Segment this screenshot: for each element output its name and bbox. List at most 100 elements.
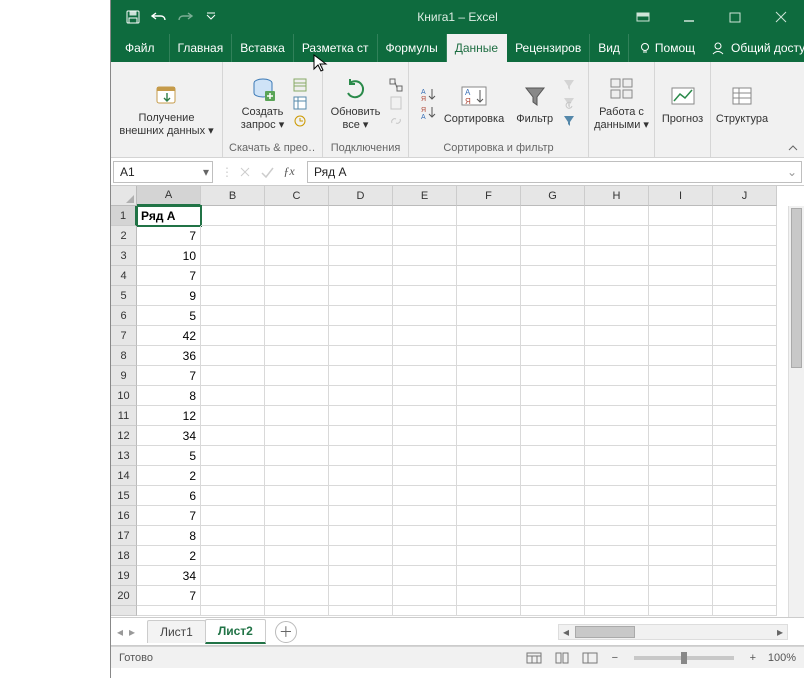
cell[interactable] bbox=[329, 566, 393, 586]
cell[interactable] bbox=[201, 426, 265, 446]
expand-formula-icon[interactable]: ⌄ bbox=[787, 165, 797, 179]
cell[interactable]: 36 bbox=[137, 346, 201, 366]
cell[interactable] bbox=[265, 346, 329, 366]
cell[interactable]: 10 bbox=[137, 246, 201, 266]
cell[interactable] bbox=[329, 406, 393, 426]
tab-tell-me[interactable]: Помощ bbox=[629, 34, 703, 62]
tab-review[interactable]: Рецензиров bbox=[507, 34, 590, 62]
vertical-scrollbar[interactable] bbox=[788, 206, 804, 617]
cell[interactable] bbox=[713, 406, 777, 426]
cell[interactable] bbox=[457, 286, 521, 306]
cell[interactable] bbox=[393, 586, 457, 606]
cell[interactable] bbox=[713, 226, 777, 246]
cell[interactable] bbox=[585, 326, 649, 346]
cell[interactable] bbox=[457, 406, 521, 426]
row-header[interactable]: 19 bbox=[111, 566, 137, 586]
row-header[interactable]: 5 bbox=[111, 286, 137, 306]
cell[interactable] bbox=[713, 566, 777, 586]
cell[interactable] bbox=[201, 266, 265, 286]
cell[interactable] bbox=[521, 446, 585, 466]
redo-icon[interactable] bbox=[173, 5, 197, 29]
cell[interactable] bbox=[585, 306, 649, 326]
cell[interactable]: 7 bbox=[137, 226, 201, 246]
cell[interactable] bbox=[649, 446, 713, 466]
cell[interactable] bbox=[457, 566, 521, 586]
cell[interactable] bbox=[329, 466, 393, 486]
cell[interactable] bbox=[521, 586, 585, 606]
cell[interactable] bbox=[201, 586, 265, 606]
cell[interactable] bbox=[713, 246, 777, 266]
column-header[interactable]: A bbox=[137, 186, 201, 206]
cell[interactable] bbox=[329, 266, 393, 286]
row-header[interactable]: 10 bbox=[111, 386, 137, 406]
sheet-tab-1[interactable]: Лист1 bbox=[147, 620, 206, 643]
sort-az-icon[interactable]: АЯ bbox=[420, 86, 436, 102]
cell[interactable] bbox=[393, 246, 457, 266]
get-external-data-button[interactable]: Получение внешних данных ▾ bbox=[115, 78, 217, 139]
cell[interactable] bbox=[521, 286, 585, 306]
cell[interactable]: 7 bbox=[137, 506, 201, 526]
cell[interactable] bbox=[265, 286, 329, 306]
cancel-formula-icon[interactable] bbox=[235, 162, 255, 182]
horizontal-scrollbar[interactable]: ◂ ▸ bbox=[558, 624, 788, 640]
cell[interactable] bbox=[585, 446, 649, 466]
cell[interactable] bbox=[649, 526, 713, 546]
new-query-button[interactable]: Создать запрос ▾ bbox=[237, 72, 288, 133]
cell[interactable] bbox=[265, 546, 329, 566]
row-header[interactable]: 9 bbox=[111, 366, 137, 386]
cell[interactable] bbox=[393, 346, 457, 366]
reapply-icon[interactable] bbox=[561, 95, 577, 111]
cell[interactable] bbox=[713, 306, 777, 326]
cell[interactable] bbox=[521, 506, 585, 526]
cell[interactable] bbox=[713, 366, 777, 386]
cell[interactable] bbox=[201, 566, 265, 586]
new-sheet-button[interactable]: ＋ bbox=[275, 621, 297, 643]
cell[interactable] bbox=[329, 546, 393, 566]
cell[interactable] bbox=[649, 506, 713, 526]
cell[interactable] bbox=[265, 606, 329, 616]
row-header[interactable]: 17 bbox=[111, 526, 137, 546]
cell[interactable] bbox=[329, 586, 393, 606]
cell[interactable] bbox=[457, 306, 521, 326]
cell[interactable] bbox=[585, 346, 649, 366]
cell[interactable] bbox=[713, 426, 777, 446]
cell[interactable] bbox=[201, 226, 265, 246]
select-all-corner[interactable] bbox=[111, 186, 137, 206]
row-header[interactable]: 1 bbox=[111, 206, 137, 226]
sheet-nav-prev-icon[interactable]: ◂ bbox=[117, 625, 123, 639]
normal-view-icon[interactable] bbox=[524, 650, 544, 666]
cell[interactable] bbox=[393, 546, 457, 566]
cell[interactable] bbox=[521, 326, 585, 346]
cell[interactable] bbox=[457, 506, 521, 526]
cell[interactable] bbox=[521, 526, 585, 546]
cell[interactable] bbox=[521, 546, 585, 566]
tab-insert[interactable]: Вставка bbox=[232, 34, 294, 62]
cell[interactable] bbox=[201, 406, 265, 426]
cell[interactable] bbox=[329, 346, 393, 366]
sort-za-icon[interactable]: ЯА bbox=[420, 104, 436, 120]
cell[interactable]: 34 bbox=[137, 426, 201, 446]
row-header[interactable]: 18 bbox=[111, 546, 137, 566]
cell[interactable] bbox=[713, 386, 777, 406]
cell[interactable] bbox=[329, 306, 393, 326]
cell[interactable] bbox=[393, 406, 457, 426]
cell[interactable] bbox=[521, 426, 585, 446]
cell[interactable] bbox=[393, 606, 457, 616]
cell[interactable] bbox=[201, 346, 265, 366]
cell[interactable] bbox=[393, 326, 457, 346]
cell[interactable] bbox=[649, 606, 713, 616]
cell[interactable] bbox=[585, 466, 649, 486]
cell[interactable] bbox=[649, 326, 713, 346]
cell[interactable] bbox=[521, 246, 585, 266]
row-header[interactable]: 4 bbox=[111, 266, 137, 286]
cell[interactable] bbox=[265, 246, 329, 266]
cell[interactable] bbox=[585, 606, 649, 616]
cell[interactable] bbox=[265, 366, 329, 386]
cell[interactable] bbox=[713, 506, 777, 526]
cell[interactable] bbox=[265, 326, 329, 346]
cell[interactable]: 7 bbox=[137, 586, 201, 606]
zoom-slider[interactable] bbox=[634, 656, 734, 660]
cell[interactable] bbox=[201, 506, 265, 526]
close-icon[interactable] bbox=[758, 0, 804, 34]
page-break-view-icon[interactable] bbox=[580, 650, 600, 666]
